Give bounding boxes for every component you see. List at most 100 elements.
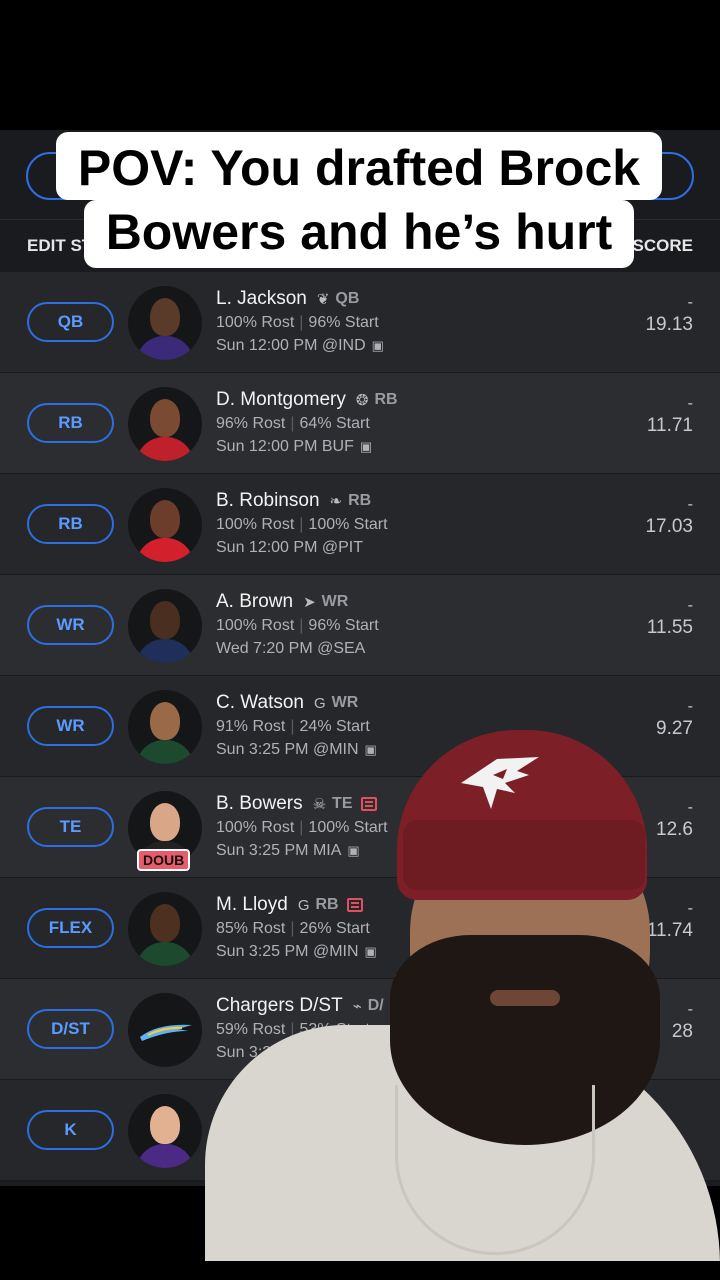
player-jersey	[136, 1144, 194, 1168]
game-info: Sun 12:00 PM @PIT	[216, 539, 636, 560]
player-position: WR	[331, 694, 359, 711]
player-name-line: L. Jackson ❦ QB	[216, 287, 636, 311]
player-name-line: A. Brown ➤ WR	[216, 590, 636, 614]
player-name-line: C. Watson G WR	[216, 691, 636, 715]
player-info: B. Robinson ❧ RB 100% Rost | 100% Start Sun 12…	[216, 489, 636, 560]
actual-score: -	[687, 294, 693, 311]
player-headshot[interactable]	[128, 488, 202, 562]
player-score: - 11.71	[647, 395, 693, 437]
player-info: A. Brown ➤ WR 100% Rost | 96% Start Wed 7:20 P…	[216, 590, 636, 661]
tv-broadcast-icon: ▣	[359, 439, 373, 454]
player-name-link[interactable]: C. Watson	[216, 692, 304, 714]
player-name-link[interactable]: A. Brown	[216, 591, 293, 613]
player-headshot[interactable]	[128, 690, 202, 764]
started-percent: 64% Start	[299, 415, 370, 432]
ownership-stats: 96% Rost | 64% Start	[216, 415, 636, 436]
game-time: Wed 7:20 PM @SEA	[216, 640, 366, 657]
game-time: Sun 12:00 PM @IND	[216, 337, 366, 354]
projected-score: 19.13	[645, 314, 693, 335]
lineup-slot-button[interactable]: D/ST	[27, 1009, 114, 1049]
player-headshot[interactable]	[128, 1094, 202, 1168]
actual-score: -	[687, 496, 693, 513]
tv-broadcast-icon: ▣	[371, 338, 384, 353]
player-score: - 17.03	[645, 496, 693, 538]
player-name-line: B. Robinson ❧ RB	[216, 489, 636, 513]
rostered-percent: 100% Rost	[216, 516, 295, 533]
caption-line-1: POV: You drafted Brock	[55, 132, 663, 200]
ownership-stats: 100% Rost | 96% Start	[216, 314, 636, 335]
actual-score: -	[687, 698, 693, 715]
divider: |	[299, 617, 304, 634]
player-info: D. Montgomery ❂ RB 96% Rost | 64% Start Sun 12…	[216, 388, 636, 459]
player-headshot[interactable]	[128, 993, 202, 1067]
player-jersey	[136, 336, 194, 360]
player-jersey	[136, 437, 194, 461]
started-percent: 96% Start	[308, 314, 379, 331]
roster-row[interactable]: RB D. Montgomery ❂ RB 96% Rost | 64% Start Sun …	[0, 373, 720, 474]
player-jersey	[136, 942, 194, 966]
lineup-slot-button[interactable]: WR	[27, 605, 114, 645]
lineup-slot-button[interactable]: WR	[27, 706, 114, 746]
ownership-stats: 100% Rost | 96% Start	[216, 617, 636, 638]
player-head	[150, 601, 180, 639]
divider: |	[299, 314, 304, 331]
projected-score: 17.03	[645, 516, 693, 537]
player-headshot[interactable]	[128, 387, 202, 461]
player-jersey	[136, 639, 194, 663]
lineup-slot-button[interactable]: QB	[27, 302, 114, 342]
roster-row[interactable]: RB B. Robinson ❧ RB 100% Rost | 100% Start Sun …	[0, 474, 720, 575]
beanie-cuff	[403, 820, 645, 890]
lineup-slot-button[interactable]: RB	[27, 504, 114, 544]
falcons-logo-icon: ❧	[329, 493, 343, 510]
lineup-slot-button[interactable]: K	[27, 1110, 114, 1150]
projected-score: 11.71	[646, 415, 693, 436]
actual-score: -	[687, 597, 693, 614]
ravens-logo-icon: ❦	[316, 291, 330, 308]
player-name-link[interactable]: B. Robinson	[216, 490, 320, 512]
rostered-percent: 96% Rost	[216, 415, 286, 432]
roster-row[interactable]: WR A. Brown ➤ WR 100% Rost | 96% Start Wed 7:20…	[0, 575, 720, 676]
game-info: Wed 7:20 PM @SEA	[216, 640, 636, 661]
actual-score: -	[687, 395, 693, 412]
divider: |	[299, 516, 304, 533]
injury-status-badge: DOUB	[137, 849, 191, 871]
started-percent: 96% Start	[308, 617, 379, 634]
rostered-percent: 100% Rost	[216, 314, 295, 331]
lineup-slot-button[interactable]: TE	[27, 807, 114, 847]
started-percent: 100% Start	[308, 516, 388, 533]
texans-logo-icon: ❂	[355, 392, 369, 409]
player-head	[150, 803, 180, 841]
player-headshot[interactable]	[128, 589, 202, 663]
game-info: Sun 12:00 PM @IND ▣	[216, 337, 636, 358]
player-position: WR	[321, 593, 349, 610]
player-position: QB	[335, 290, 360, 307]
player-position: RB	[374, 391, 398, 408]
game-info: Sun 12:00 PM BUF ▣	[216, 438, 636, 459]
player-score: - 19.13	[645, 294, 693, 336]
player-head	[150, 399, 180, 437]
player-name-link[interactable]: L. Jackson	[216, 288, 307, 310]
lineup-slot-button[interactable]: RB	[27, 403, 114, 443]
player-headshot[interactable]	[128, 286, 202, 360]
rostered-percent: 100% Rost	[216, 617, 295, 634]
roster-row[interactable]: QB L. Jackson ❦ QB 100% Rost | 96% Start Sun 12…	[0, 272, 720, 373]
chargers-bolt-logo	[140, 1024, 192, 1041]
player-head	[150, 1106, 180, 1144]
player-head	[150, 298, 180, 336]
player-name-link[interactable]: D. Montgomery	[216, 389, 346, 411]
divider: |	[290, 415, 295, 432]
ownership-stats: 100% Rost | 100% Start	[216, 516, 636, 537]
player-jersey	[136, 538, 194, 562]
projected-score: 11.55	[646, 617, 693, 638]
player-head	[150, 702, 180, 740]
video-caption: POV: You drafted Brock Bowers and he’s h…	[48, 132, 670, 268]
player-head	[150, 500, 180, 538]
player-score: - 11.55	[647, 597, 693, 639]
player-name-line: D. Montgomery ❂ RB	[216, 388, 636, 412]
caption-line-2: Bowers and he’s hurt	[83, 200, 635, 268]
mouth	[490, 990, 560, 1006]
player-headshot[interactable]	[128, 892, 202, 966]
player-head	[150, 904, 180, 942]
lineup-slot-button[interactable]: FLEX	[27, 908, 114, 948]
game-time: Sun 12:00 PM @PIT	[216, 539, 363, 556]
